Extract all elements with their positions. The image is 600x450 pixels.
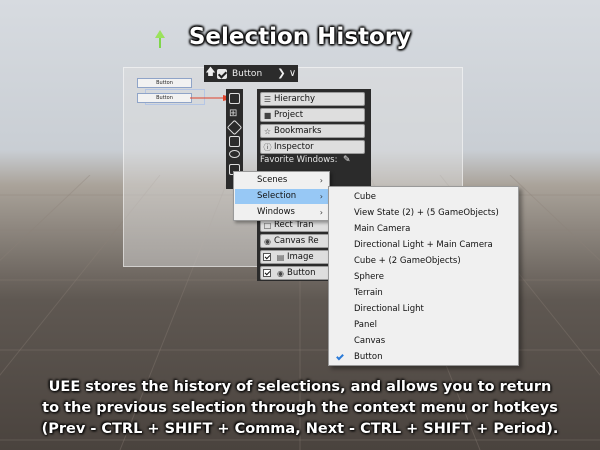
component-label: Canvas Re (274, 236, 319, 246)
image-icon: ▤ (276, 252, 285, 262)
menu-item-label: Selection (257, 191, 297, 201)
menu-item-windows[interactable]: Windows › (235, 205, 328, 220)
inspector-button[interactable]: ⓘ Inspector (260, 140, 365, 154)
selected-object-label: Button (232, 68, 263, 79)
list-icon: ☰ (263, 94, 272, 104)
chevron-right-icon[interactable]: ❯ (276, 68, 287, 79)
selection-toolbar: 🡅 Button ❯ ∨ (204, 65, 298, 82)
history-item-current[interactable]: Button (330, 349, 517, 365)
selection-history-submenu: Cube View State (2) + (5 GameObjects) Ma… (328, 186, 519, 366)
component-label: Image (287, 252, 314, 262)
eye-icon[interactable] (229, 150, 240, 158)
pencil-icon[interactable]: ✎ (343, 155, 351, 165)
caption-line: (Prev - CTRL + SHIFT + Comma, Next - CTR… (41, 421, 559, 437)
history-item[interactable]: Canvas (330, 333, 517, 349)
context-menu: Scenes › Selection › Windows › (233, 171, 330, 221)
folder-icon: ■ (263, 110, 272, 120)
inspector-label: Inspector (274, 142, 314, 152)
checkbox-icon[interactable] (217, 68, 227, 79)
history-item[interactable]: Directional Light + Main Camera (330, 237, 517, 253)
chevron-right-icon: › (319, 208, 323, 217)
checkmark-icon (336, 352, 344, 361)
component-label: Button (287, 268, 316, 278)
history-item[interactable]: Sphere (330, 269, 517, 285)
chevron-right-icon: › (319, 176, 323, 185)
info-icon: ⓘ (263, 142, 272, 152)
page-title: Selection History (188, 24, 412, 50)
history-item[interactable]: Main Camera (330, 221, 517, 237)
chevron-down-icon[interactable]: ∨ (287, 68, 298, 79)
history-item-label: Button (354, 352, 383, 362)
checkmark-icon[interactable] (263, 269, 271, 277)
scene-view: Selection History Button Button 🡅 Button… (0, 0, 600, 450)
history-item[interactable]: View State (2) + (5 GameObjects) (330, 205, 517, 221)
checkmark-icon[interactable] (263, 253, 271, 261)
menu-item-scenes[interactable]: Scenes › (235, 173, 328, 188)
history-item[interactable]: Terrain (330, 285, 517, 301)
history-item[interactable]: Cube (330, 189, 517, 205)
scene-button-2[interactable]: Button (137, 93, 192, 103)
menu-item-label: Windows (257, 207, 295, 217)
arrow-up-icon[interactable]: 🡅 (204, 65, 217, 82)
project-label: Project (274, 110, 304, 120)
favorite-windows-label: Favorite Windows: (260, 155, 338, 165)
canvas-renderer-icon: ◉ (264, 236, 271, 246)
scene-button-1[interactable]: Button (137, 78, 192, 88)
rect-transform-icon: □ (263, 220, 272, 230)
button-icon: ◉ (277, 268, 284, 278)
history-item[interactable]: Cube + (2 GameObjects) (330, 253, 517, 269)
bookmarks-label: Bookmarks (274, 126, 322, 136)
history-item[interactable]: Panel (330, 317, 517, 333)
chevron-right-icon: › (319, 192, 323, 201)
menu-item-label: Scenes (257, 175, 288, 185)
hierarchy-button[interactable]: ☰ Hierarchy (260, 92, 365, 106)
component-label: Rect Tran (274, 220, 314, 230)
bookmarks-button[interactable]: ☆ Bookmarks (260, 124, 365, 138)
history-item[interactable]: Directional Light (330, 301, 517, 317)
caption: UEE stores the history of selections, an… (0, 377, 600, 440)
hierarchy-label: Hierarchy (274, 94, 316, 104)
menu-item-selection[interactable]: Selection › (235, 189, 328, 204)
star-icon: ☆ (263, 126, 272, 136)
hierarchy-icon[interactable]: ⊞ (229, 108, 240, 119)
copy-icon[interactable] (229, 136, 240, 147)
tag-icon[interactable] (226, 119, 243, 136)
caption-line: UEE stores the history of selections, an… (48, 379, 552, 395)
select-icon[interactable] (229, 93, 240, 104)
project-button[interactable]: ■ Project (260, 108, 365, 122)
caption-line: to the previous selection through the co… (42, 400, 558, 416)
